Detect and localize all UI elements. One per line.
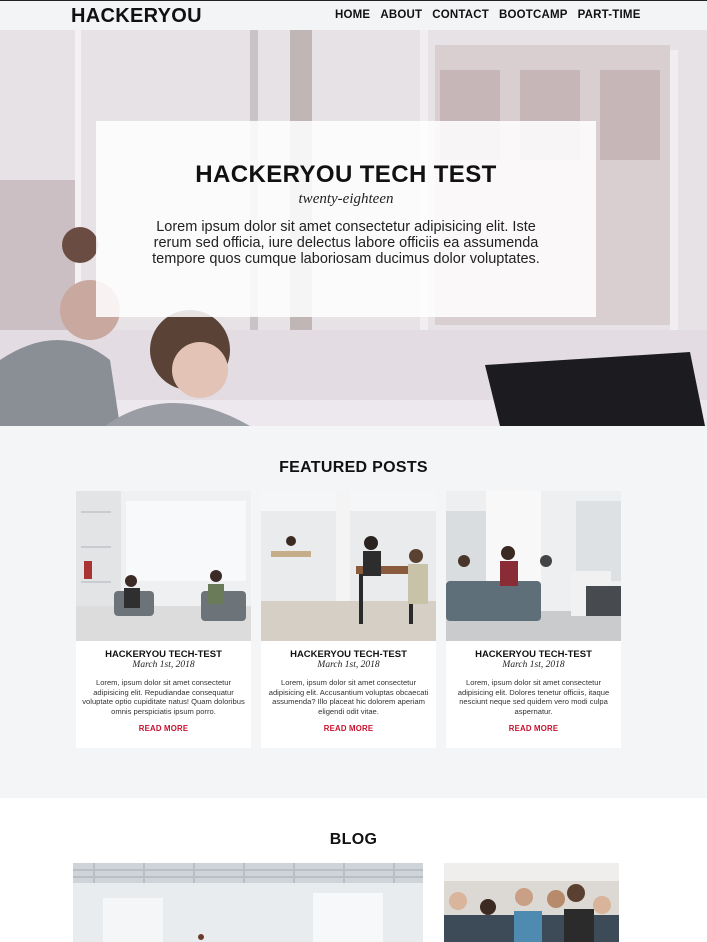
post-excerpt: Lorem, ipsum dolor sit amet consectetur … [268, 678, 429, 716]
blog-title: BLOG [329, 831, 378, 848]
post-date: March 1st, 2018 [502, 660, 565, 670]
read-more-link[interactable]: READ MORE [446, 724, 621, 733]
post-image[interactable] [76, 491, 251, 641]
main-menu: HOME ABOUT CONTACT BOOTCAMP PART-TIME [335, 9, 641, 21]
post-image[interactable] [446, 491, 621, 641]
post-card: HACKERYOU TECH-TEST March 1st, 2018 Lore… [76, 491, 251, 748]
site-logo[interactable]: HACKERYOU [71, 5, 202, 28]
read-more-link[interactable]: READ MORE [261, 724, 436, 733]
post-excerpt: Lorem, ipsum dolor sit amet consectetur … [457, 678, 610, 716]
post-image[interactable] [261, 491, 436, 641]
post-title: HACKERYOU TECH-TEST [105, 649, 222, 660]
post-excerpt: Lorem, ipsum dolor sit amet consectetur … [82, 678, 245, 716]
post-date: March 1st, 2018 [132, 660, 195, 670]
post-card: HACKERYOU TECH-TEST March 1st, 2018 Lore… [261, 491, 436, 748]
nav-contact-link[interactable]: CONTACT [432, 9, 489, 21]
nav-home-link[interactable]: HOME [335, 9, 370, 21]
hero-subtitle: twenty-eighteen [298, 191, 394, 207]
read-more-link[interactable]: READ MORE [76, 724, 251, 733]
featured-posts-section: FEATURED POSTS HACKERYOU TECH-TEST March… [0, 426, 707, 798]
nav-about-link[interactable]: ABOUT [380, 9, 422, 21]
nav-part-time-link[interactable]: PART-TIME [578, 9, 641, 21]
nav-bootcamp-link[interactable]: BOOTCAMP [499, 9, 568, 21]
post-card: HACKERYOU TECH-TEST March 1st, 2018 Lore… [446, 491, 621, 748]
post-title: HACKERYOU TECH-TEST [290, 649, 407, 660]
blog-image-main[interactable] [73, 863, 423, 942]
blog-image-team[interactable] [444, 863, 619, 942]
featured-posts-list: HACKERYOU TECH-TEST March 1st, 2018 Lore… [76, 491, 621, 748]
featured-posts-title: FEATURED POSTS [279, 459, 428, 476]
hero-card: HACKERYOU TECH TEST twenty-eighteen Lore… [96, 121, 596, 317]
blog-section: BLOG [0, 798, 707, 942]
hero-section: HACKERYOU TECH TEST twenty-eighteen Lore… [0, 30, 707, 426]
post-date: March 1st, 2018 [317, 660, 380, 670]
hero-title: HACKERYOU TECH TEST [195, 161, 497, 188]
post-title: HACKERYOU TECH-TEST [475, 649, 592, 660]
top-nav: HACKERYOU HOME ABOUT CONTACT BOOTCAMP PA… [0, 0, 707, 30]
hero-description: Lorem ipsum dolor sit amet consectetur a… [152, 219, 540, 267]
